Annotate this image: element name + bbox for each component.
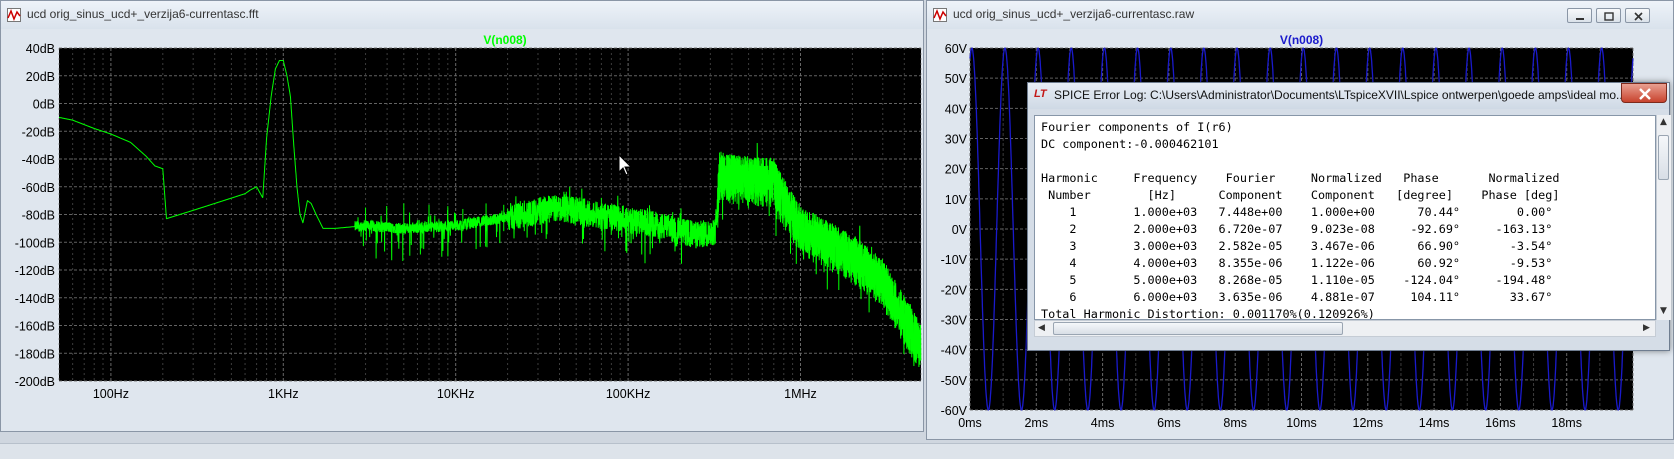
raw-x-tick-label: 4ms xyxy=(1091,416,1115,430)
fft-x-tick-label: 1MHz xyxy=(784,387,817,401)
raw-y-tick-label: 60V xyxy=(945,42,968,56)
error-log-text-area[interactable]: Fourier components of I(r6) DC component:… xyxy=(1034,115,1656,320)
raw-x-tick-label: 18ms xyxy=(1551,416,1582,430)
fft-trace-label: V(n008) xyxy=(483,33,526,47)
horizontal-scroll-thumb[interactable] xyxy=(1053,322,1343,335)
fft-x-tick-label: 10KHz xyxy=(437,387,475,401)
fft-plot[interactable]: 40dB 20dB 0dB -20dB -40dB -60dB -80dB -100dB -12… xyxy=(1,1,923,431)
fft-y-tick-label: -60dB xyxy=(22,181,55,195)
fft-y-tick-label: -160dB xyxy=(15,320,55,334)
fft-y-tick-label: 20dB xyxy=(26,70,55,84)
scroll-right-icon[interactable]: ▶ xyxy=(1643,324,1650,333)
spice-error-log-dialog[interactable]: LT SPICE Error Log: C:\Users\Administrat… xyxy=(1027,82,1671,351)
raw-y-tick-label: -30V xyxy=(941,314,968,328)
fft-y-tick-label: -100dB xyxy=(15,236,55,250)
raw-y-tick-label: -10V xyxy=(941,253,968,267)
error-log-title-bar[interactable]: LT SPICE Error Log: C:\Users\Administrat… xyxy=(1028,83,1669,109)
log-line: 1 1.000e+03 7.448e+00 1.000e+00 70.44° 0… xyxy=(1041,205,1553,219)
error-log-close-button[interactable] xyxy=(1621,83,1667,103)
fft-y-tick-label: 40dB xyxy=(26,42,55,56)
close-icon xyxy=(1639,88,1651,100)
scroll-up-icon[interactable]: ▲ xyxy=(1660,118,1667,127)
fft-y-tick-label: -80dB xyxy=(22,209,55,223)
ltspice-logo-icon: LT xyxy=(1034,88,1047,100)
fft-y-tick-label: -120dB xyxy=(15,264,55,278)
vertical-scroll-thumb[interactable] xyxy=(1658,135,1669,180)
log-line: Total Harmonic Distortion: 0.001170%(0.1… xyxy=(1041,307,1375,320)
raw-x-tick-label: 8ms xyxy=(1223,416,1247,430)
raw-x-tick-label: 16ms xyxy=(1485,416,1516,430)
raw-y-tick-label: -20V xyxy=(941,283,968,297)
scroll-down-icon[interactable]: ▼ xyxy=(1660,307,1667,316)
raw-trace-label: V(n008) xyxy=(1280,33,1323,47)
log-line: DC component:-0.000462101 xyxy=(1041,137,1219,151)
horizontal-scrollbar[interactable]: ◀ ▶ xyxy=(1034,320,1656,337)
raw-y-tick-label: 10V xyxy=(945,193,968,207)
fft-x-tick-label: 100Hz xyxy=(93,387,129,401)
raw-y-tick-label: -40V xyxy=(941,344,968,358)
log-line: 5 5.000e+03 8.268e-05 1.110e-05 -124.04°… xyxy=(1041,273,1553,287)
raw-x-tick-label: 6ms xyxy=(1157,416,1181,430)
fft-y-tick-label: -200dB xyxy=(15,375,55,389)
raw-y-tick-label: -50V xyxy=(941,374,968,388)
fft-y-tick-label: -20dB xyxy=(22,125,55,139)
raw-y-tick-label: 40V xyxy=(945,102,968,116)
raw-x-tick-label: 10ms xyxy=(1286,416,1317,430)
vertical-scrollbar[interactable]: ▲ ▼ xyxy=(1656,115,1671,320)
raw-x-tick-label: 14ms xyxy=(1419,416,1450,430)
log-line: Number [Hz] Component Component [degree]… xyxy=(1041,188,1560,202)
fft-y-tick-label: -180dB xyxy=(15,347,55,361)
raw-y-tick-label: 0V xyxy=(952,223,968,237)
log-line: 4 4.000e+03 8.355e-06 1.122e-06 60.92° -… xyxy=(1041,256,1553,270)
status-strip xyxy=(0,443,1674,459)
raw-x-tick-label: 12ms xyxy=(1353,416,1384,430)
raw-x-tick-label: 2ms xyxy=(1024,416,1048,430)
fft-window[interactable]: ucd orig_sinus_ucd+_verzija6-currentasc.… xyxy=(0,0,924,432)
raw-y-tick-label: 30V xyxy=(945,133,968,147)
raw-y-tick-label: 50V xyxy=(945,72,968,86)
fft-y-tick-label: -40dB xyxy=(22,153,55,167)
log-line: Fourier components of I(r6) xyxy=(1041,120,1233,134)
raw-x-tick-label: 0ms xyxy=(958,416,982,430)
scroll-left-icon[interactable]: ◀ xyxy=(1038,324,1045,333)
log-line: Harmonic Frequency Fourier Normalized Ph… xyxy=(1041,171,1560,185)
fft-x-tick-label: 1KHz xyxy=(268,387,299,401)
error-log-title: SPICE Error Log: C:\Users\Administrator\… xyxy=(1054,88,1627,102)
fourier-log-text: Fourier components of I(r6) DC component:… xyxy=(1041,119,1560,320)
log-line: 2 2.000e+03 6.720e-07 9.023e-08 -92.69° … xyxy=(1041,222,1553,236)
fft-y-tick-label: -140dB xyxy=(15,292,55,306)
fft-x-tick-label: 100KHz xyxy=(606,387,650,401)
raw-y-tick-label: 20V xyxy=(945,163,968,177)
fft-y-tick-label: 0dB xyxy=(33,98,55,112)
log-line: 3 3.000e+03 2.582e-05 3.467e-06 66.90° -… xyxy=(1041,239,1553,253)
log-line: 6 6.000e+03 3.635e-06 4.881e-07 104.11° … xyxy=(1041,290,1553,304)
